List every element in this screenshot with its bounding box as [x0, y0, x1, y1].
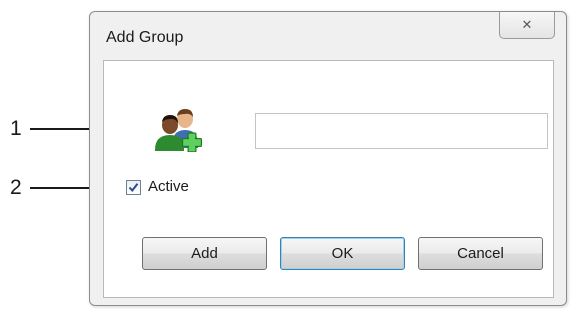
callout-number-1: 1 [10, 117, 22, 140]
add-group-icon [155, 109, 202, 152]
group-name-input[interactable] [255, 113, 548, 149]
add-button-label: Add [191, 245, 218, 262]
checkmark-icon [128, 183, 139, 193]
active-label: Active [148, 178, 189, 195]
add-button[interactable]: Add [142, 237, 267, 270]
add-group-dialog: Add Group ✕ Active Add OK Cancel [89, 11, 567, 306]
callout-number-2: 2 [10, 176, 22, 199]
active-checkbox[interactable] [126, 180, 141, 195]
cancel-button-label: Cancel [457, 245, 504, 262]
close-icon: ✕ [521, 17, 533, 32]
dialog-title: Add Group [106, 29, 184, 46]
ok-button-label: OK [331, 245, 354, 262]
dialog-client-area: Active Add OK Cancel [103, 60, 554, 298]
screenshot-stage: 1 2 Add Group ✕ Active Add OK Cancel [0, 0, 578, 313]
cancel-button[interactable]: Cancel [418, 237, 543, 270]
close-button[interactable]: ✕ [499, 12, 555, 39]
ok-button[interactable]: OK [280, 237, 405, 270]
